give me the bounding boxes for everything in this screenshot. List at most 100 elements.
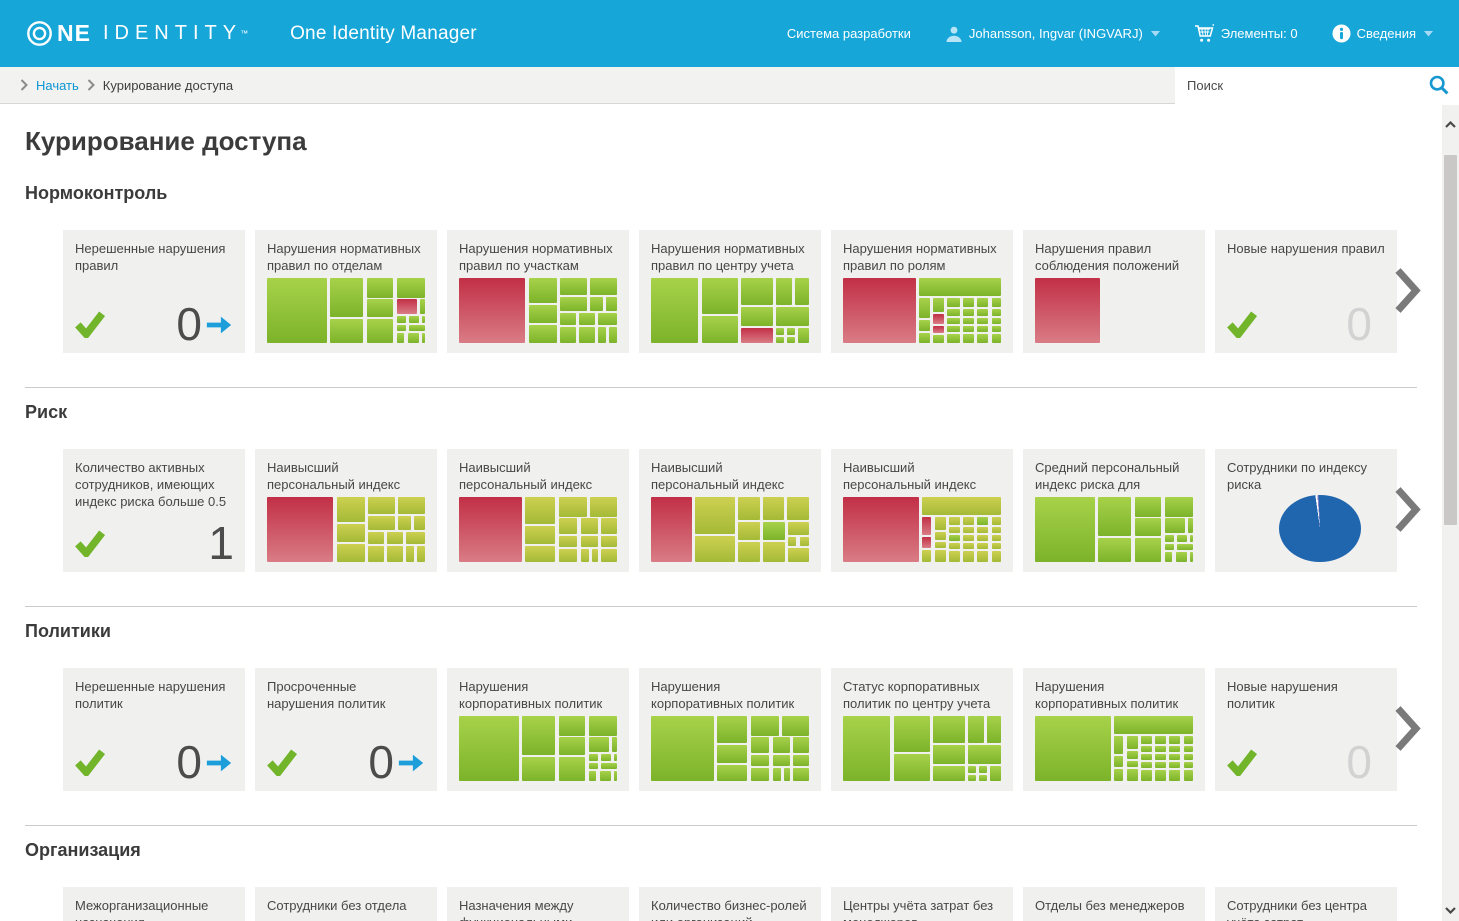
go-to-arrow[interactable]: [397, 752, 425, 779]
treemap-cell: [396, 278, 425, 298]
dashboard-card[interactable]: Нарушения корпоративных политик: [639, 668, 821, 791]
dashboard-card[interactable]: Нарушения нормативных правил по участкам: [447, 230, 629, 353]
dashboard-card[interactable]: Отделы без менеджеров: [1023, 887, 1205, 921]
card-spacer: [75, 712, 233, 743]
carousel-next-button[interactable]: [1394, 266, 1421, 317]
dashboard-card[interactable]: Нерешенные нарушения политик 0: [63, 668, 245, 791]
treemap-cell: [963, 517, 975, 525]
dashboard-card[interactable]: Новые нарушения правил 0: [1215, 230, 1397, 353]
breadcrumb-home-link[interactable]: Начать: [36, 78, 79, 93]
treemap-cell: [717, 745, 748, 763]
treemap-cell: [701, 278, 738, 315]
treemap-cell: [590, 497, 617, 517]
dashboard-card[interactable]: Новые нарушения политик 0: [1215, 668, 1397, 791]
arrow-right-icon: [206, 316, 232, 334]
dashboard-card[interactable]: Наивысший персональный индекс: [255, 449, 437, 572]
treemap-cell: [793, 755, 809, 767]
treemap-cell: [601, 549, 617, 562]
dashboard-card[interactable]: Наивысший персональный индекс: [447, 449, 629, 572]
dashboard-card[interactable]: Нарушения нормативных правил по ролям: [831, 230, 1013, 353]
treemap-cell: [528, 278, 557, 303]
treemap-cell: [918, 332, 930, 343]
treemap-cell: [1169, 736, 1181, 744]
dashboard-card[interactable]: Центры учёта затрат без менеджеров: [831, 887, 1013, 921]
dashboard-card[interactable]: Нерешенные нарушения правил 0: [63, 230, 245, 353]
card-title: Наивысший персональный индекс: [459, 460, 593, 492]
treemap-cell: [459, 278, 526, 343]
treemap-cell: [922, 517, 932, 536]
dashboard-card[interactable]: Нарушения корпоративных политик: [1023, 668, 1205, 791]
scrollbar-thumb[interactable]: [1444, 155, 1457, 525]
dashboard-card[interactable]: Нарушения нормативных правил по отделам: [255, 230, 437, 353]
info-menu[interactable]: Сведения: [1332, 24, 1433, 43]
dashboard-card[interactable]: Назначения между функциональными: [447, 887, 629, 921]
cart-button[interactable]: Элементы: 0: [1194, 24, 1298, 43]
scroll-up-button[interactable]: [1442, 113, 1459, 135]
treemap-cell: [1169, 769, 1181, 781]
treemap-cell: [598, 327, 606, 343]
treemap-cell: [775, 336, 784, 343]
go-to-arrow[interactable]: [205, 752, 233, 779]
treemap-cell: [558, 737, 586, 755]
dashboard-card[interactable]: Статус корпоративных политик по центру у…: [831, 668, 1013, 791]
brand-identity: IDENTITY: [102, 22, 243, 44]
dashboard-card[interactable]: Наивысший персональный индекс: [831, 449, 1013, 572]
carousel-next-button[interactable]: [1394, 485, 1421, 536]
treemap-cell: [396, 333, 405, 343]
treemap-cell: [590, 278, 617, 295]
treemap-cell: [750, 737, 770, 754]
card-title: Сотрудники без центра учёта затрат: [1227, 898, 1367, 921]
dashboard-card[interactable]: Количество бизнес-ролей или организаций,: [639, 887, 821, 921]
treemap-cell: [741, 307, 773, 327]
treemap-cell: [613, 754, 617, 762]
dashboard-card[interactable]: Нарушения правил соблюдения положений: [1023, 230, 1205, 353]
treemap-cell: [1169, 754, 1181, 761]
treemap-cell: [788, 548, 809, 562]
carousel-next-button[interactable]: [1394, 704, 1421, 755]
go-to-arrow[interactable]: [205, 314, 233, 341]
card-title: Средний персональный индекс риска для: [1035, 460, 1180, 492]
treemap-cell: [580, 518, 599, 535]
treemap-cell: [417, 546, 425, 562]
search-input[interactable]: [1187, 77, 1429, 93]
treemap-cell: [799, 537, 809, 547]
treemap-chart: [459, 716, 617, 781]
treemap-chart: [459, 278, 617, 343]
user-menu[interactable]: Johansson, Ingvar (INGVARJ): [945, 25, 1160, 43]
card-title: Нарушения правил соблюдения положений: [1035, 241, 1180, 273]
treemap-cell: [933, 716, 965, 744]
check-icon-wrap: [75, 310, 106, 343]
treemap-cell: [717, 716, 748, 744]
treemap-cell: [933, 326, 945, 334]
check-icon: [1227, 749, 1258, 779]
dashboard-card[interactable]: Наивысший персональный индекс: [639, 449, 821, 572]
dashboard-card[interactable]: Сотрудники по индексу риска: [1215, 449, 1397, 572]
treemap-cell: [701, 316, 738, 343]
dashboard-card[interactable]: Количество активных сотрудников, имеющих…: [63, 449, 245, 572]
card-title: Назначения между функциональными: [459, 898, 574, 921]
treemap-cell: [558, 497, 587, 517]
search-button[interactable]: [1429, 75, 1449, 95]
dashboard-card[interactable]: Нарушения нормативных правил по центру у…: [639, 230, 821, 353]
treemap-cell: [741, 328, 773, 343]
section-divider: [25, 606, 1417, 607]
treemap-cell: [1140, 736, 1152, 744]
treemap-cell: [947, 317, 960, 325]
treemap-cell: [763, 541, 786, 562]
chevron-right-icon: [1395, 486, 1421, 532]
dashboard-card[interactable]: Сотрудники без центра учёта затрат: [1215, 887, 1397, 921]
treemap-chart: [267, 497, 425, 562]
treemap-cell: [991, 308, 1001, 316]
dashboard-card[interactable]: Нарушения корпоративных политик: [447, 668, 629, 791]
search-box: [1175, 66, 1459, 104]
treemap-cell: [413, 515, 425, 531]
dashboard-card[interactable]: Межорганизационные назначения: [63, 887, 245, 921]
dashboard-card[interactable]: Просроченные нарушения политик 0: [255, 668, 437, 791]
treemap-cell: [1183, 745, 1193, 753]
dashboard-card[interactable]: Средний персональный индекс риска для: [1023, 449, 1205, 572]
treemap-cell: [991, 517, 1001, 525]
dashboard-card[interactable]: Сотрудники без отдела: [255, 887, 437, 921]
treemap-cell: [267, 497, 334, 562]
scroll-down-button[interactable]: [1442, 899, 1459, 921]
treemap-cell: [588, 737, 610, 753]
